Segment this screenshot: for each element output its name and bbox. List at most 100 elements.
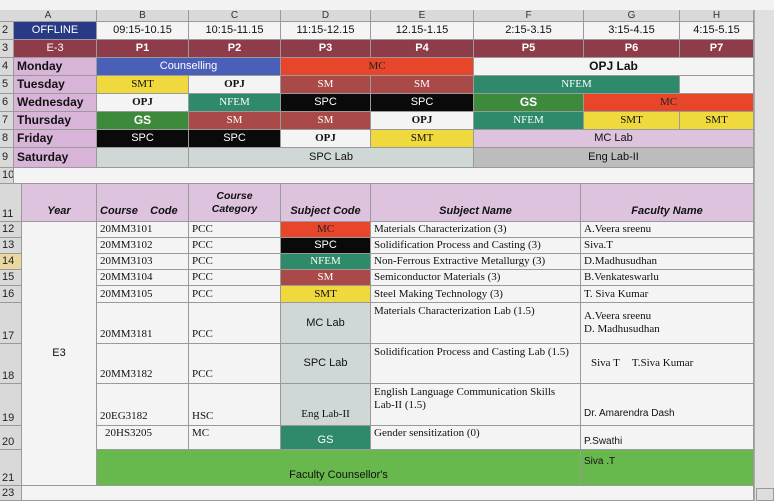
course-code-cell[interactable]: 20MM3101: [97, 222, 189, 238]
period-6[interactable]: P6: [584, 40, 680, 58]
subject-name-cell[interactable]: Materials Characterization (3): [371, 222, 581, 238]
row-number[interactable]: 9: [0, 148, 14, 168]
subject-code-header[interactable]: Subject Code: [281, 184, 371, 222]
period-4[interactable]: P4: [371, 40, 474, 58]
friday-opj-cell[interactable]: OPJ: [281, 130, 371, 148]
day-friday[interactable]: Friday: [14, 130, 97, 148]
faculty-name-cell[interactable]: A.Veera sreenu: [581, 222, 754, 238]
row-number[interactable]: 2: [0, 22, 14, 40]
empty-row[interactable]: [22, 486, 754, 501]
time-slot-7[interactable]: 4:15-5.15: [680, 22, 754, 40]
day-saturday[interactable]: Saturday: [14, 148, 97, 168]
faculty-name-cell[interactable]: T. Siva Kumar: [581, 286, 754, 303]
day-monday[interactable]: Monday: [14, 58, 97, 76]
time-slot-4[interactable]: 12.15-1.15: [371, 22, 474, 40]
empty-cell[interactable]: [97, 148, 189, 168]
column-header-g[interactable]: G: [584, 10, 680, 22]
course-code-cell[interactable]: 20MM3182: [97, 344, 189, 384]
course-category-cell[interactable]: MC: [189, 426, 281, 450]
time-slot-3[interactable]: 11:15-12.15: [281, 22, 371, 40]
course-code-header[interactable]: Course Code: [97, 184, 189, 222]
period-1[interactable]: P1: [97, 40, 189, 58]
year-e3-cell[interactable]: E3: [22, 222, 97, 486]
subject-code-cell[interactable]: Eng Lab-II: [281, 384, 371, 426]
course-code-cell[interactable]: 20HS3205: [97, 426, 189, 450]
course-category-cell[interactable]: PCC: [189, 286, 281, 303]
row-number[interactable]: 5: [0, 76, 14, 94]
saturday-eng-lab-cell[interactable]: Eng Lab-II: [474, 148, 754, 168]
subject-name-cell[interactable]: Solidification Process and Casting Lab (…: [371, 344, 581, 384]
faculty-counsellor-name[interactable]: Siva .T: [581, 450, 754, 486]
friday-spc-cell-2[interactable]: SPC: [189, 130, 281, 148]
period-3[interactable]: P3: [281, 40, 371, 58]
faculty-counsellor-label[interactable]: Faculty Counsellor's: [97, 450, 581, 486]
subject-code-cell[interactable]: NFEM: [281, 254, 371, 270]
wednesday-gs-cell[interactable]: GS: [474, 94, 584, 112]
wednesday-opj-cell[interactable]: OPJ: [97, 94, 189, 112]
day-thursday[interactable]: Thursday: [14, 112, 97, 130]
subject-name-cell[interactable]: English Language Communication Skills La…: [371, 384, 581, 426]
row-number[interactable]: 8: [0, 130, 14, 148]
row-number[interactable]: 23: [0, 486, 22, 501]
course-category-cell[interactable]: PCC: [189, 344, 281, 384]
course-category-cell[interactable]: PCC: [189, 238, 281, 254]
period-7[interactable]: P7: [680, 40, 754, 58]
course-code-cell[interactable]: 20MM3103: [97, 254, 189, 270]
subject-code-cell[interactable]: MC Lab: [281, 303, 371, 344]
subject-name-cell[interactable]: Semiconductor Materials (3): [371, 270, 581, 286]
course-category-cell[interactable]: PCC: [189, 222, 281, 238]
row-number[interactable]: 14: [0, 254, 22, 270]
time-slot-2[interactable]: 10:15-11.15: [189, 22, 281, 40]
thursday-smt-cell-2[interactable]: SMT: [680, 112, 754, 130]
subject-code-cell[interactable]: SMT: [281, 286, 371, 303]
faculty-name-cell[interactable]: D.Madhusudhan: [581, 254, 754, 270]
thursday-gs-cell[interactable]: GS: [97, 112, 189, 130]
wednesday-nfem-cell[interactable]: NFEM: [189, 94, 281, 112]
course-category-cell[interactable]: PCC: [189, 303, 281, 344]
subject-code-cell[interactable]: MC: [281, 222, 371, 238]
course-code-cell[interactable]: 20MM3102: [97, 238, 189, 254]
empty-cell[interactable]: [680, 76, 754, 94]
monday-mc-cell[interactable]: MC: [281, 58, 474, 76]
offline-cell[interactable]: OFFLINE: [14, 22, 97, 40]
course-code-cell[interactable]: 20MM3105: [97, 286, 189, 303]
faculty-name-cell[interactable]: Dr. Amarendra Dash: [581, 384, 754, 426]
saturday-spc-lab-cell[interactable]: SPC Lab: [189, 148, 474, 168]
time-slot-5[interactable]: 2:15-3.15: [474, 22, 584, 40]
year-header[interactable]: Year: [22, 184, 97, 222]
course-category-header[interactable]: Course Category: [189, 184, 281, 222]
faculty-name-cell[interactable]: Siva.T: [581, 238, 754, 254]
row-number[interactable]: 4: [0, 58, 14, 76]
column-header-a[interactable]: A: [0, 10, 97, 22]
wednesday-spc-cell-2[interactable]: SPC: [371, 94, 474, 112]
course-category-cell[interactable]: PCC: [189, 254, 281, 270]
row-number[interactable]: 20: [0, 426, 22, 450]
tuesday-smt-cell[interactable]: SMT: [97, 76, 189, 94]
subject-code-cell[interactable]: SPC: [281, 238, 371, 254]
course-code-cell[interactable]: 20MM3104: [97, 270, 189, 286]
wednesday-mc-cell[interactable]: MC: [584, 94, 754, 112]
row-number[interactable]: 11: [0, 184, 22, 222]
column-header-h[interactable]: H: [680, 10, 754, 22]
column-header-f[interactable]: F: [474, 10, 584, 22]
friday-mc-lab-cell[interactable]: MC Lab: [474, 130, 754, 148]
subject-code-cell[interactable]: SM: [281, 270, 371, 286]
tuesday-sm-cell-2[interactable]: SM: [371, 76, 474, 94]
wednesday-spc-cell[interactable]: SPC: [281, 94, 371, 112]
row-number[interactable]: 21: [0, 450, 22, 486]
subject-code-cell[interactable]: GS: [281, 426, 371, 450]
subject-code-cell[interactable]: SPC Lab: [281, 344, 371, 384]
row-number[interactable]: 6: [0, 94, 14, 112]
row-number[interactable]: 17: [0, 303, 22, 344]
column-header-c[interactable]: C: [189, 10, 281, 22]
time-slot-1[interactable]: 09:15-10.15: [97, 22, 189, 40]
thursday-sm-cell-2[interactable]: SM: [281, 112, 371, 130]
friday-spc-cell[interactable]: SPC: [97, 130, 189, 148]
thursday-opj-cell[interactable]: OPJ: [371, 112, 474, 130]
row-number[interactable]: 7: [0, 112, 14, 130]
column-header-e[interactable]: E: [371, 10, 474, 22]
subject-name-cell[interactable]: Materials Characterization Lab (1.5): [371, 303, 581, 344]
row-number[interactable]: 15: [0, 270, 22, 286]
period-2[interactable]: P2: [189, 40, 281, 58]
thursday-smt-cell[interactable]: SMT: [584, 112, 680, 130]
